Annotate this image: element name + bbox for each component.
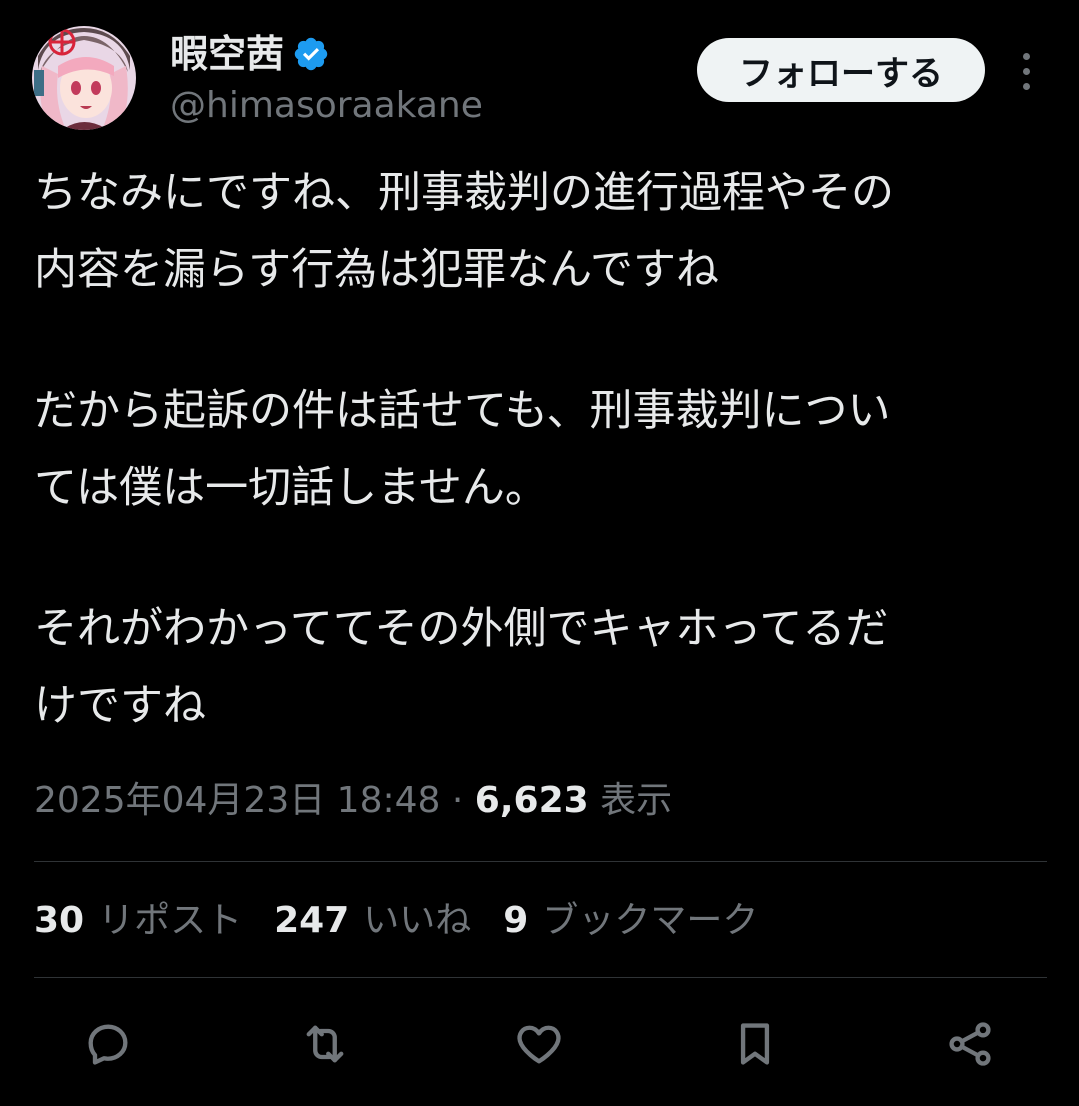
likes-count: 247 bbox=[274, 900, 350, 941]
repost-button[interactable] bbox=[297, 1016, 353, 1072]
tweet-detail: 暇空茜 @himasoraakane フォローする ちなみにですね、刑事裁判の進… bbox=[0, 0, 1079, 1106]
tweet-line: けですね bbox=[34, 681, 206, 731]
tweet-line: ては僕は一切話しません。 bbox=[34, 463, 548, 513]
divider bbox=[34, 977, 1047, 978]
repost-icon bbox=[306, 1025, 344, 1063]
more-options-button[interactable] bbox=[1008, 46, 1044, 96]
more-vertical-icon bbox=[1022, 67, 1030, 75]
heart-icon bbox=[517, 1025, 561, 1064]
bookmarks-label: ブックマーク bbox=[542, 900, 759, 941]
timestamp[interactable]: 2025年04月23日 18:48 bbox=[34, 780, 440, 821]
like-button[interactable] bbox=[511, 1016, 567, 1072]
bookmarks-stat[interactable]: 9 ブックマーク bbox=[503, 896, 758, 946]
avatar[interactable] bbox=[32, 26, 136, 130]
views-count: 6,623 bbox=[474, 780, 589, 821]
more-vertical-icon bbox=[1022, 52, 1030, 60]
reply-icon bbox=[88, 1024, 128, 1065]
likes-label: いいね bbox=[363, 900, 472, 941]
display-name-row[interactable]: 暇空茜 bbox=[170, 30, 330, 78]
reposts-stat[interactable]: 30 リポスト bbox=[34, 896, 242, 946]
reply-button[interactable] bbox=[80, 1016, 136, 1072]
divider bbox=[34, 861, 1047, 862]
avatar-illustration bbox=[32, 26, 136, 130]
bookmark-icon bbox=[740, 1023, 770, 1065]
bookmark-button[interactable] bbox=[727, 1016, 783, 1072]
share-button[interactable] bbox=[942, 1016, 998, 1072]
follow-button[interactable]: フォローする bbox=[697, 38, 985, 102]
views-label: 表示 bbox=[600, 780, 673, 821]
verified-badge-icon bbox=[294, 37, 328, 71]
reposts-count: 30 bbox=[34, 900, 85, 941]
share-icon bbox=[949, 1022, 991, 1066]
user-handle[interactable]: @himasoraakane bbox=[170, 84, 483, 128]
tweet-line: だから起訴の件は話せても、刑事裁判につい bbox=[34, 386, 891, 436]
bookmarks-count: 9 bbox=[503, 900, 529, 941]
reposts-label: リポスト bbox=[98, 900, 243, 941]
tweet-line: それがわかっててその外側でキャホってるだ bbox=[34, 604, 889, 654]
tweet-meta: 2025年04月23日 18:48 · 6,623 表示 bbox=[34, 776, 672, 826]
tweet-line: 内容を漏らす行為は犯罪なんですね bbox=[34, 245, 719, 295]
tweet-line: ちなみにですね、刑事裁判の進行過程やその bbox=[34, 168, 894, 218]
display-name[interactable]: 暇空茜 bbox=[170, 30, 284, 78]
meta-separator: · bbox=[451, 780, 464, 821]
likes-stat[interactable]: 247 いいね bbox=[274, 896, 471, 946]
tweet-text: ちなみにですね、刑事裁判の進行過程やその 内容を漏らす行為は犯罪なんですね だか… bbox=[34, 155, 1044, 745]
more-vertical-icon bbox=[1022, 82, 1030, 90]
tweet-stats: 30 リポスト 247 いいね 9 ブックマーク bbox=[34, 896, 758, 946]
